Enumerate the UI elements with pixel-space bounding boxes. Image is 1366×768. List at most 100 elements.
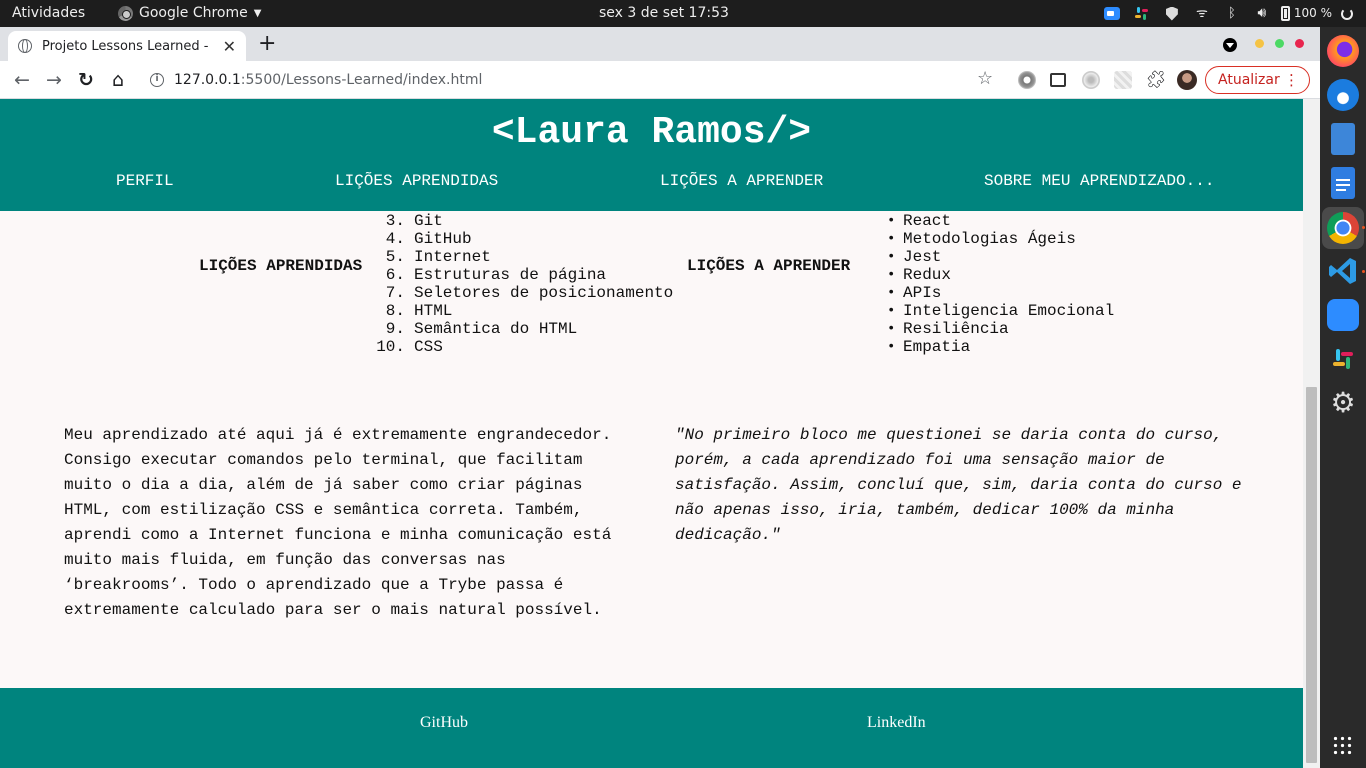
learned-list-item: 10. CSS <box>375 338 673 356</box>
window-close-button[interactable] <box>1295 39 1304 48</box>
dock: ⚙ <box>1320 27 1366 768</box>
docs-icon[interactable] <box>1331 167 1355 199</box>
home-button[interactable]: ⌂ <box>106 68 130 92</box>
learned-list-item: 6. Estruturas de página <box>375 266 673 284</box>
bluetooth-icon[interactable]: ᛒ <box>1217 0 1247 27</box>
tab-search-icon[interactable] <box>1223 38 1237 52</box>
clock[interactable]: sex 3 de set 17:53 <box>599 0 729 27</box>
show-applications-icon[interactable] <box>1332 735 1352 755</box>
app-menu[interactable]: Google Chrome ▼ <box>118 0 261 27</box>
nav-link-licoes-a-aprender[interactable]: LIÇÕES A APRENDER <box>660 172 823 190</box>
learned-lessons-heading: LIÇÕES APRENDIDAS <box>199 257 363 275</box>
nav-link-licoes-aprendidas[interactable]: LIÇÕES APRENDIDAS <box>335 172 498 190</box>
list-item-number: 5. <box>385 248 405 266</box>
files-icon[interactable] <box>1331 123 1355 155</box>
url-host: 127.0.0.1 <box>174 72 241 88</box>
learned-list-item: 9. Semântica do HTML <box>375 320 673 338</box>
list-item-number: 10. <box>376 338 405 356</box>
power-icon[interactable] <box>1336 0 1358 27</box>
quote-paragraph: "No primeiro bloco me questionei se dari… <box>675 426 1242 544</box>
thunderbird-icon[interactable] <box>1327 79 1359 111</box>
list-item-text: Jest <box>903 248 942 266</box>
nav-link-sobre[interactable]: SOBRE MEU APRENDIZADO... <box>984 172 1214 190</box>
to-learn-list: • React • Metodologias Ágeis • Jest • Redux • API… <box>887 212 1114 356</box>
running-indicator <box>1362 226 1365 229</box>
battery-icon[interactable]: 100 % <box>1277 0 1336 27</box>
screenshot-extension-icon[interactable] <box>1050 73 1066 87</box>
bookmark-star-icon[interactable]: ☆ <box>977 68 993 89</box>
profile-avatar[interactable] <box>1177 70 1197 90</box>
page-viewport: <Laura Ramos/> PERFIL LIÇÕES APRENDIDAS … <box>0 99 1303 768</box>
list-item-text: Internet <box>414 248 491 266</box>
zoom-icon[interactable] <box>1327 299 1359 331</box>
list-item-text: CSS <box>414 338 443 356</box>
tab-title: Projeto Lessons Learned - <box>42 38 209 54</box>
slack-icon[interactable] <box>1127 0 1157 27</box>
to-learn-list-item: • Jest <box>887 248 1114 266</box>
learned-list-item: 4. GitHub <box>375 230 673 248</box>
chrome-icon <box>118 6 133 21</box>
volume-icon[interactable]: 🔊︎ <box>1247 0 1277 27</box>
site-header: <Laura Ramos/> PERFIL LIÇÕES APRENDIDAS … <box>0 99 1303 211</box>
shield-icon[interactable] <box>1157 0 1187 27</box>
update-button[interactable]: Atualizar ⋮ <box>1205 66 1310 94</box>
list-item-number: 7. <box>385 284 405 302</box>
list-item-text: GitHub <box>414 230 472 248</box>
github-link[interactable]: GitHub <box>420 714 468 732</box>
reload-button[interactable]: ↻ <box>74 68 98 92</box>
maximize-button[interactable] <box>1275 39 1284 48</box>
bullet-icon: • <box>887 303 896 319</box>
vscode-icon[interactable] <box>1327 255 1359 287</box>
list-item-text: HTML <box>414 302 453 320</box>
chrome-icon[interactable] <box>1327 212 1359 244</box>
list-item-text: APIs <box>903 284 942 302</box>
to-learn-list-item: • APIs <box>887 284 1114 302</box>
system-top-bar: Atividades Google Chrome ▼ sex 3 de set … <box>0 0 1366 27</box>
tab-active[interactable]: Projeto Lessons Learned - ✕ <box>8 31 246 61</box>
zoom-icon[interactable] <box>1097 0 1127 27</box>
scrollbar-thumb[interactable] <box>1306 387 1317 763</box>
extension-icon[interactable] <box>1018 71 1036 89</box>
to-learn-heading: LIÇÕES A APRENDER <box>687 257 851 275</box>
close-icon[interactable]: ✕ <box>223 37 236 56</box>
system-tray[interactable]: ᯤ ᛒ 🔊︎ 100 % <box>1097 0 1358 27</box>
activities-button[interactable]: Atividades <box>12 0 85 27</box>
about-paragraph: Meu aprendizado até aqui já é extremamen… <box>64 426 612 619</box>
bullet-icon: • <box>887 231 896 247</box>
update-label: Atualizar <box>1218 72 1280 88</box>
wifi-icon[interactable]: ᯤ <box>1187 0 1217 27</box>
slack-icon[interactable] <box>1327 343 1359 375</box>
back-button[interactable]: ← <box>10 68 34 92</box>
firefox-icon[interactable] <box>1327 35 1359 67</box>
settings-gear-icon[interactable]: ⚙ <box>1327 387 1359 419</box>
list-item-text: Seletores de posicionamento <box>414 284 674 302</box>
forward-button[interactable]: → <box>42 68 66 92</box>
learned-list-item: 7. Seletores de posicionamento <box>375 284 673 302</box>
nav-link-perfil[interactable]: PERFIL <box>116 172 174 190</box>
learned-lessons-list: 3. Git 4. GitHub 5. Internet 6. Estruturas de p… <box>375 212 673 356</box>
bullet-icon: • <box>887 339 896 355</box>
running-indicator <box>1362 270 1365 273</box>
info-icon[interactable]: i <box>150 73 164 87</box>
more-menu-icon[interactable]: ⋮ <box>1284 71 1299 89</box>
browser-toolbar: ← → ↻ ⌂ i 127.0.0.1:5500/Lessons-Learned… <box>0 61 1320 99</box>
to-learn-list-item: • Redux <box>887 266 1114 284</box>
list-item-text: Inteligencia Emocional <box>903 302 1115 320</box>
extension-icon[interactable] <box>1082 71 1100 89</box>
extensions-puzzle-icon[interactable]: 🧩︎ <box>1145 70 1167 90</box>
extension-icon[interactable] <box>1114 71 1132 89</box>
minimize-button[interactable] <box>1255 39 1264 48</box>
new-tab-button[interactable]: + <box>258 33 276 55</box>
linkedin-link[interactable]: LinkedIn <box>867 714 926 732</box>
chevron-down-icon: ▼ <box>253 8 262 19</box>
learned-list-item: 3. Git <box>375 212 673 230</box>
list-item-text: Redux <box>903 266 952 284</box>
list-item-number: 6. <box>385 266 405 284</box>
page-scrollbar[interactable] <box>1303 99 1320 768</box>
url-path: :5500/Lessons-Learned/index.html <box>240 72 483 88</box>
list-item-text: Semântica do HTML <box>414 320 578 338</box>
tab-strip: Projeto Lessons Learned - ✕ + <box>0 27 1320 61</box>
bullet-icon: • <box>887 321 896 337</box>
address-bar[interactable]: i 127.0.0.1:5500/Lessons-Learned/index.h… <box>140 65 1000 95</box>
learned-list-item: 8. HTML <box>375 302 673 320</box>
